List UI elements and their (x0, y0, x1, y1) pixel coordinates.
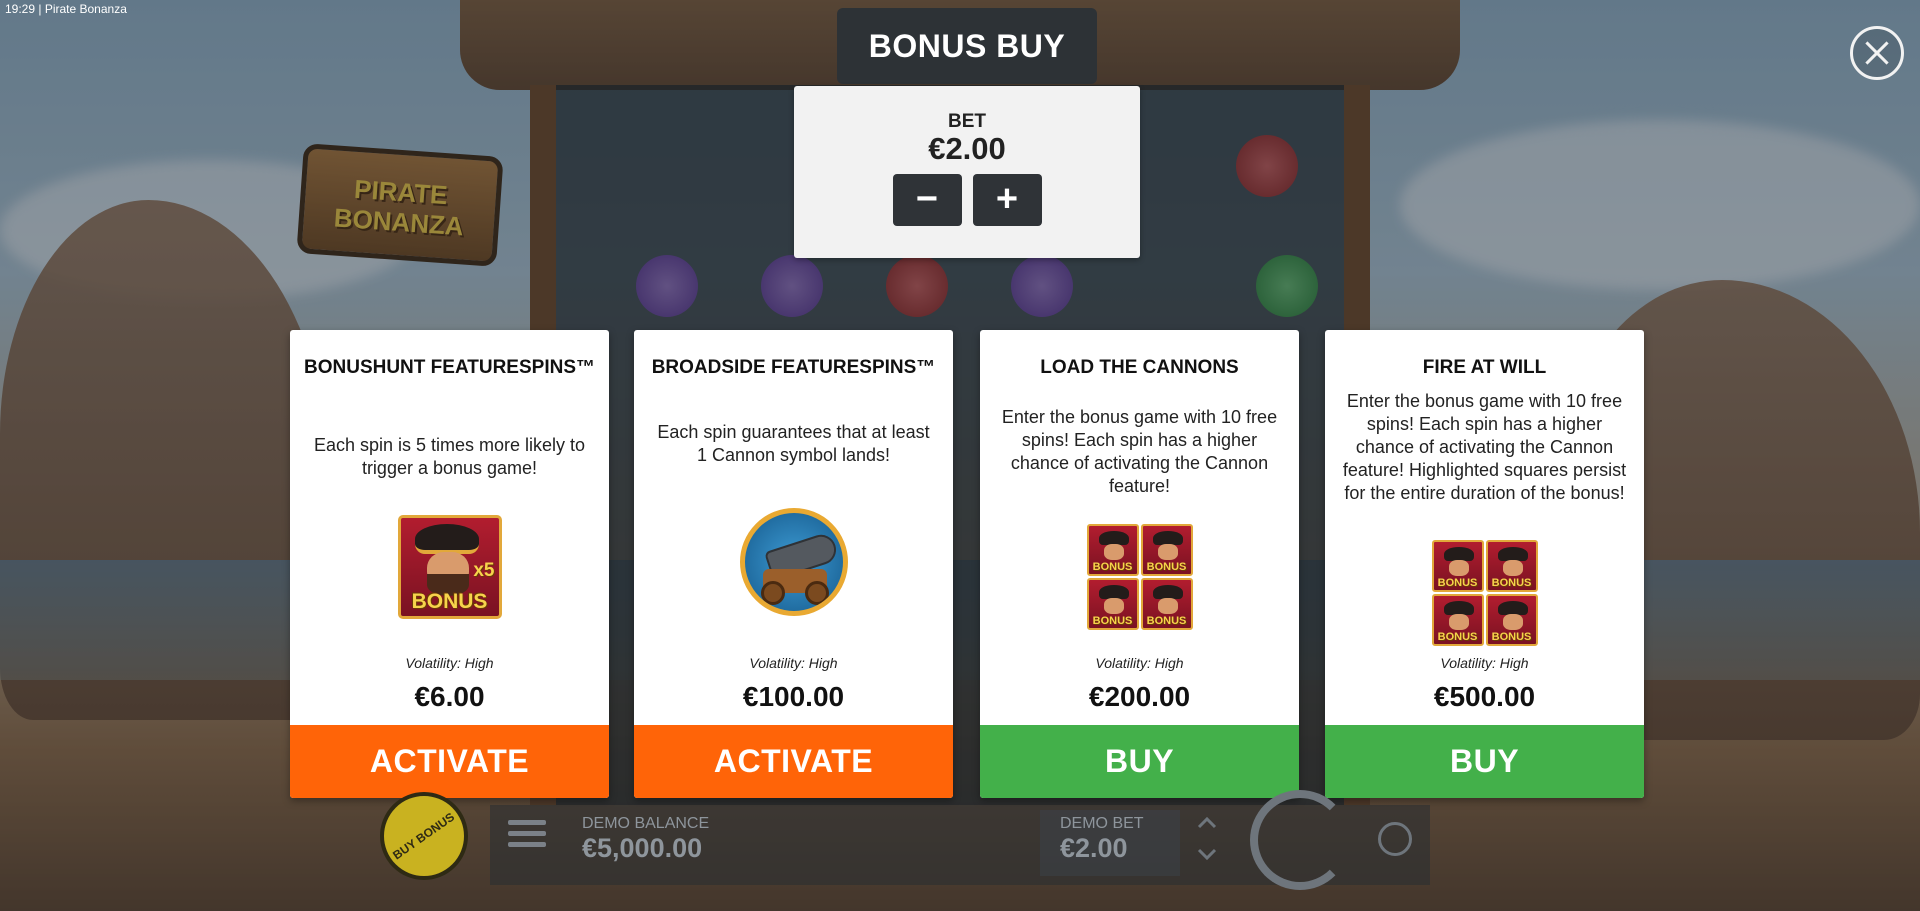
bonus-text: BONUS (1491, 577, 1532, 589)
spin-icon[interactable] (1250, 790, 1350, 890)
bonus-text: BONUS (1491, 631, 1532, 643)
bonus-option-card-load-the-cannons: LOAD THE CANNONS Enter the bonus game wi… (980, 330, 1299, 798)
demo-balance-label: DEMO BALANCE (582, 815, 710, 832)
status-bar: 19:29 | Pirate Bonanza (5, 2, 127, 16)
buy-bonus-button[interactable]: BUY BONUS (380, 792, 468, 880)
pirate-bonus-x5-icon: x5 BONUS (397, 515, 502, 619)
bonus-scatter-grid-icon: BONUS BONUS BONUS BONUS (1431, 540, 1538, 646)
bonus-option-card-bonushunt: BONUSHUNT FEATURESPINS™ Each spin is 5 t… (290, 330, 609, 798)
option-volatility: Volatility: High (405, 655, 494, 671)
buy-bonus-label: BUY BONUS (390, 809, 458, 862)
chevron-up-icon[interactable] (1196, 812, 1218, 834)
option-price: €500.00 (1433, 681, 1536, 712)
option-volatility: Volatility: High (749, 655, 838, 671)
demo-bet-label: DEMO BET (1060, 815, 1144, 832)
status-app-title: | Pirate Bonanza (38, 2, 127, 16)
modal-title: BONUS BUY (868, 27, 1066, 64)
four-bonus-scatter-icon: BONUS BONUS BONUS BONUS (1086, 524, 1193, 630)
option-title: FIRE AT WILL (1422, 357, 1547, 378)
bonus-text: BONUS (1092, 615, 1133, 627)
bet-label: BET (948, 111, 986, 132)
option-price: €200.00 (1088, 681, 1191, 712)
bet-value: €2.00 (928, 131, 1006, 166)
cannon-icon (739, 508, 848, 616)
bonus-text: BONUS (1092, 561, 1133, 573)
bonus-text: BONUS (1146, 561, 1187, 573)
x5-multiplier-text: x5 (473, 560, 495, 581)
option-volatility: Volatility: High (1440, 655, 1529, 671)
bonus-text: BONUS (1437, 631, 1478, 643)
bet-increase-button[interactable]: + (972, 174, 1042, 226)
autoplay-icon[interactable] (1378, 822, 1412, 856)
option-description: Enter the bonus game with 10 free spins!… (1001, 407, 1278, 496)
bonus-text: BONUS (1146, 615, 1187, 627)
option-title: BROADSIDE FEATURESPINS™ (651, 357, 936, 378)
option-description: Each spin is 5 times more likely to trig… (313, 435, 586, 478)
option-price: €6.00 (414, 681, 485, 712)
option-price: €100.00 (742, 681, 845, 712)
activate-button[interactable]: ACTIVATE (634, 725, 953, 798)
bonus-option-card-fire-at-will: FIRE AT WILL Enter the bonus game with 1… (1325, 330, 1644, 798)
status-time: 19:29 (5, 2, 36, 16)
chevron-down-icon[interactable] (1196, 843, 1218, 865)
option-description: Enter the bonus game with 10 free spins!… (1342, 391, 1627, 503)
demo-bet-value: €2.00 (1060, 833, 1128, 863)
demo-balance-value: €5,000.00 (582, 833, 703, 863)
option-title: LOAD THE CANNONS (1040, 357, 1239, 378)
option-title: BONUSHUNT FEATURESPINS™ (304, 357, 595, 378)
buy-button[interactable]: BUY (1325, 725, 1644, 798)
menu-icon[interactable] (508, 820, 546, 854)
bonus-text: BONUS (411, 590, 488, 613)
option-description: Each spin guarantees that at least 1 Can… (657, 422, 930, 465)
bet-selector: BET €2.00 − + (794, 86, 1140, 258)
option-volatility: Volatility: High (1095, 655, 1184, 671)
activate-button[interactable]: ACTIVATE (290, 725, 609, 798)
modal-title-plate: BONUS BUY (837, 8, 1097, 84)
bonus-option-card-broadside: BROADSIDE FEATURESPINS™ Each spin guaran… (634, 330, 953, 798)
close-button[interactable] (1850, 26, 1904, 80)
buy-button[interactable]: BUY (980, 725, 1299, 798)
bonus-text: BONUS (1437, 577, 1478, 589)
bet-decrease-button[interactable]: − (892, 174, 962, 226)
